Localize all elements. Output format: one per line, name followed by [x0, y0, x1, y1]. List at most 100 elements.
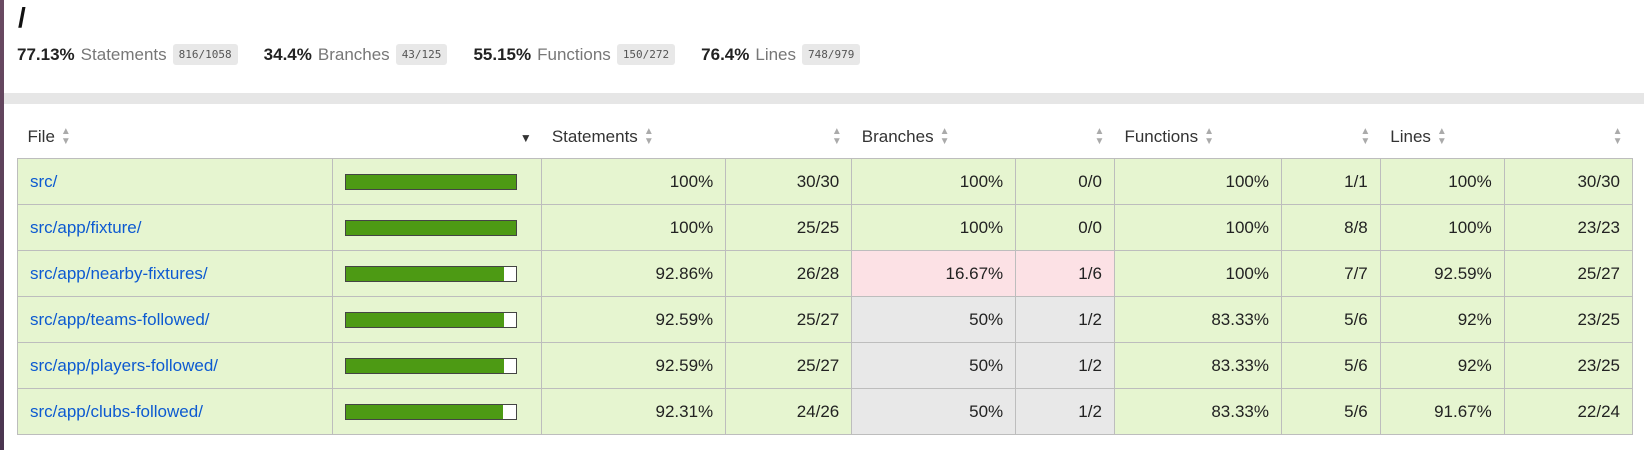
table-row: src/app/teams-followed/92.59% 25/27 50% 1/2… [16, 296, 1634, 343]
statements-pct-cell: 100% [541, 158, 727, 205]
column-header-lines-raw[interactable]: ▲ ▼ [1504, 116, 1632, 159]
column-header-label: Statements [551, 126, 638, 146]
statements-count-cell: 30/30 [725, 158, 853, 205]
sort-desc-icon: ▼ [519, 130, 532, 145]
lines-count-cell: 30/30 [1503, 158, 1634, 205]
summary-statements: 77.13% Statements 816/1058 [17, 44, 238, 65]
column-header-functions-raw[interactable]: ▲ ▼ [1282, 116, 1381, 159]
file-link[interactable]: src/app/players-followed/ [30, 356, 218, 375]
coverage-summary: 77.13% Statements 816/1058 34.4% Branche… [17, 44, 886, 65]
sort-icon: ▲ ▼ [1436, 126, 1447, 148]
lines-pct-cell: 92.59% [1379, 250, 1505, 297]
coverage-bar [345, 357, 518, 374]
lines-pct-cell: 100% [1379, 204, 1505, 251]
column-header-statements[interactable]: Statements ▲ ▼ [542, 116, 726, 159]
summary-fraction-badge: 150/272 [616, 44, 676, 65]
summary-lines: 76.4% Lines 748/979 [701, 44, 861, 65]
branches-count-cell: 0/0 [1015, 158, 1115, 205]
coverage-bar-cell [332, 250, 543, 297]
coverage-bar-cell [332, 388, 543, 435]
coverage-bar-cell [332, 204, 543, 251]
lines-count-cell: 23/23 [1503, 204, 1634, 251]
statements-count-cell: 26/28 [725, 250, 853, 297]
table-row: src/app/players-followed/92.59% 25/27 50% 1… [16, 342, 1634, 389]
summary-label: Functions [537, 44, 611, 64]
column-header-label: Branches [861, 126, 934, 146]
branches-pct-cell: 50% [851, 388, 1017, 435]
sort-icon: ▲ ▼ [831, 126, 842, 148]
branches-count-cell: 1/2 [1015, 296, 1115, 343]
coverage-bar-fill [346, 174, 517, 189]
file-cell: src/app/clubs-followed/ [16, 388, 334, 435]
functions-count-cell: 5/6 [1281, 342, 1381, 389]
column-header-functions[interactable]: Functions ▲ ▼ [1114, 116, 1281, 159]
branches-pct-cell: 50% [851, 296, 1017, 343]
statements-count-cell: 25/27 [725, 342, 853, 389]
sort-icon: ▲ ▼ [1612, 126, 1623, 148]
file-cell: src/ [16, 158, 334, 205]
coverage-bar [345, 311, 518, 328]
window-edge [0, 0, 4, 450]
sort-icon: ▲ ▼ [1360, 126, 1371, 148]
coverage-bar-fill [346, 266, 505, 281]
file-cell: src/app/nearby-fixtures/ [16, 250, 334, 297]
functions-count-cell: 7/7 [1281, 250, 1381, 297]
table-row: src/100% 30/30 100% 0/0 100% 1/1 100% 30/30 [16, 158, 1634, 205]
coverage-bar-cell [332, 296, 543, 343]
coverage-bar [345, 173, 518, 190]
summary-branches: 34.4% Branches 43/125 [264, 44, 448, 65]
file-link[interactable]: src/app/nearby-fixtures/ [30, 264, 208, 283]
branches-count-cell: 1/2 [1015, 342, 1115, 389]
summary-fraction-badge: 43/125 [395, 44, 448, 65]
table-row: src/app/fixture/100% 25/25 100% 0/0 100% 8/8 1… [16, 204, 1634, 251]
column-header-file[interactable]: File ▲ ▼ [18, 116, 333, 159]
functions-count-cell: 5/6 [1281, 388, 1381, 435]
functions-count-cell: 8/8 [1281, 204, 1381, 251]
summary-label: Statements [80, 44, 167, 64]
file-link[interactable]: src/ [30, 172, 57, 191]
column-header-branches-raw[interactable]: ▲ ▼ [1016, 116, 1115, 159]
functions-pct-cell: 100% [1113, 250, 1283, 297]
statements-pct-cell: 100% [541, 204, 727, 251]
functions-pct-cell: 100% [1113, 204, 1283, 251]
branches-count-cell: 0/0 [1015, 204, 1115, 251]
coverage-bar [345, 219, 518, 236]
lines-count-cell: 23/25 [1503, 342, 1634, 389]
summary-label: Lines [755, 44, 797, 64]
file-cell: src/app/players-followed/ [16, 342, 334, 389]
summary-label: Branches [317, 44, 390, 64]
functions-count-cell: 1/1 [1281, 158, 1381, 205]
statements-pct-cell: 92.31% [541, 388, 727, 435]
coverage-bar-fill [346, 220, 517, 235]
lines-count-cell: 25/27 [1503, 250, 1634, 297]
statements-count-cell: 24/26 [725, 388, 853, 435]
table-row: src/app/nearby-fixtures/92.86% 26/28 16.67… [16, 250, 1634, 297]
statements-count-cell: 25/25 [725, 204, 853, 251]
branches-count-cell: 1/6 [1015, 250, 1115, 297]
sort-icon: ▲ ▼ [1094, 126, 1105, 148]
column-header-statements-raw[interactable]: ▲ ▼ [726, 116, 852, 159]
coverage-bar [345, 403, 518, 420]
branches-pct-cell: 100% [851, 158, 1017, 205]
file-link[interactable]: src/app/fixture/ [30, 218, 142, 237]
statements-count-cell: 25/27 [725, 296, 853, 343]
summary-functions: 55.15% Functions 150/272 [473, 44, 676, 65]
summary-fraction-badge: 748/979 [802, 44, 861, 65]
branches-pct-cell: 50% [851, 342, 1017, 389]
column-header-branches[interactable]: Branches ▲ ▼ [852, 116, 1016, 159]
file-link[interactable]: src/app/clubs-followed/ [30, 402, 203, 421]
column-header-file-bar[interactable]: ▼ [333, 116, 542, 159]
branches-count-cell: 1/2 [1015, 388, 1115, 435]
lines-pct-cell: 92% [1379, 296, 1505, 343]
column-header-lines[interactable]: Lines ▲ ▼ [1380, 116, 1504, 159]
branches-pct-cell: 16.67% [851, 250, 1017, 297]
coverage-bar-fill [346, 358, 504, 373]
coverage-bar-cell [332, 158, 543, 205]
coverage-bar-fill [346, 404, 504, 419]
summary-pct: 34.4% [263, 44, 312, 64]
file-link[interactable]: src/app/teams-followed/ [30, 310, 210, 329]
functions-count-cell: 5/6 [1281, 296, 1381, 343]
coverage-table: File ▲ ▼ ▼ Statements ▲ ▼ ▲ ▼ Branches ▲ ▼ ▲ ▼ F… [16, 116, 1634, 435]
statements-pct-cell: 92.59% [541, 342, 727, 389]
file-cell: src/app/fixture/ [16, 204, 334, 251]
